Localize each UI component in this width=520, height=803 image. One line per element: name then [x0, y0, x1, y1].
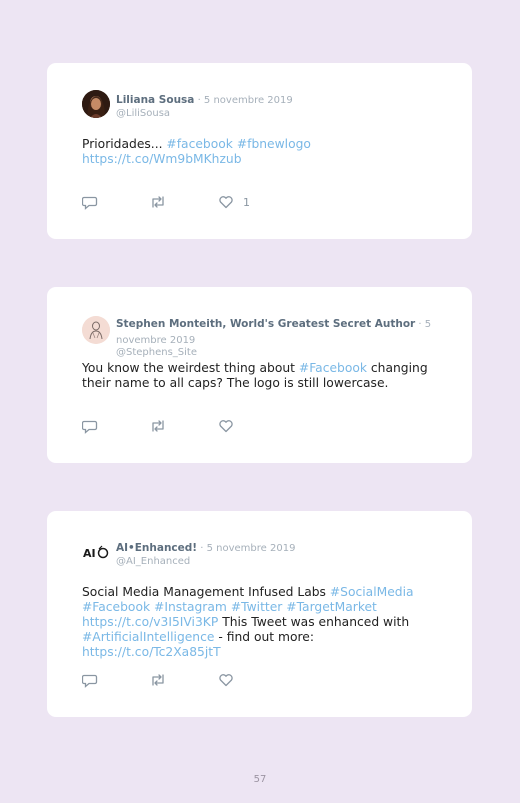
tweet-link[interactable]: #SocialMedia: [330, 585, 414, 599]
page-number: 57: [253, 774, 267, 785]
tweet-date[interactable]: · 5 novembre 2019: [194, 95, 293, 106]
tweet-actions: [82, 418, 282, 434]
tweet-meta: AI•Enhanced! · 5 novembre 2019 @AI_Enhan…: [116, 540, 412, 568]
tweet-link[interactable]: https://t.co/v3I5IVi3KP: [82, 615, 218, 629]
author-name[interactable]: Liliana Sousa: [116, 94, 194, 106]
author-name[interactable]: AI•Enhanced!: [116, 542, 197, 554]
tweet-text: Social Media Management Infused Labs #So…: [82, 585, 442, 660]
tweet-link[interactable]: #fbnewlogo: [237, 137, 311, 151]
tweet-link[interactable]: #facebook: [166, 137, 232, 151]
avatar[interactable]: AI: [82, 538, 110, 566]
tweet-text: Prioridades... #facebook #fbnewlogo http…: [82, 137, 442, 167]
tweet-text-segment: This Tweet was enhanced with: [218, 615, 410, 629]
tweet-link[interactable]: #Instagram: [154, 600, 227, 614]
tweet-date[interactable]: · 5 novembre 2019: [197, 543, 295, 554]
tweet-link[interactable]: #Facebook: [299, 361, 367, 375]
retweet-button[interactable]: [149, 672, 167, 688]
ai-logo-text: AI: [83, 547, 96, 560]
retweet-button[interactable]: [149, 194, 167, 210]
avatar[interactable]: [82, 316, 110, 344]
heart-icon: [219, 674, 233, 687]
heart-icon: [219, 196, 233, 209]
reply-icon: [82, 674, 98, 688]
tweet-actions: 1: [82, 194, 282, 210]
reply-icon: [82, 196, 98, 210]
retweet-icon: [152, 196, 164, 208]
tweet-card: Liliana Sousa · 5 novembre 2019 @LiliSou…: [47, 63, 472, 239]
retweet-icon: [152, 420, 164, 432]
tweet-card: AI AI•Enhanced! · 5 novembre 2019 @AI_En…: [47, 511, 472, 717]
retweet-icon: [152, 674, 164, 686]
tweet-text-segment: You know the weirdest thing about: [82, 361, 299, 375]
tweet-link[interactable]: #Twitter: [231, 600, 283, 614]
reply-button[interactable]: [82, 418, 98, 434]
reply-button[interactable]: [82, 672, 98, 688]
tweet-card: Stephen Monteith, World's Greatest Secre…: [47, 287, 472, 463]
reply-button[interactable]: [82, 194, 98, 210]
author-handle[interactable]: @Stephens_Site: [116, 347, 447, 360]
profile-photo-icon: [82, 90, 110, 118]
tweet-text: You know the weirdest thing about #Faceb…: [82, 361, 442, 391]
tweet-link[interactable]: https://t.co/Tc2Xa85jtT: [82, 645, 221, 659]
sketch-portrait-icon: [82, 316, 110, 344]
tweet-actions: [82, 672, 282, 688]
author-name[interactable]: Stephen Monteith, World's Greatest Secre…: [116, 318, 415, 330]
tweet-meta: Stephen Monteith, World's Greatest Secre…: [116, 316, 447, 360]
like-button[interactable]: [218, 418, 243, 434]
tweet-link[interactable]: #TargetMarket: [286, 600, 377, 614]
tweet-text-segment: Prioridades...: [82, 137, 167, 151]
retweet-button[interactable]: [149, 418, 167, 434]
like-count: 1: [243, 195, 250, 209]
tweet-text-segment: Social Media Management Infused Labs: [82, 585, 330, 599]
heart-icon: [219, 420, 233, 433]
author-handle[interactable]: @AI_Enhanced: [116, 556, 412, 569]
tweet-meta: Liliana Sousa · 5 novembre 2019 @LiliSou…: [116, 92, 412, 120]
ai-logo-icon: AI: [82, 538, 110, 566]
reply-icon: [82, 420, 98, 434]
like-button[interactable]: [218, 672, 243, 688]
tweet-link[interactable]: https://t.co/Wm9bMKhzub: [82, 152, 242, 166]
tweet-link[interactable]: #Facebook: [82, 600, 150, 614]
author-handle[interactable]: @LiliSousa: [116, 108, 412, 121]
tweet-link[interactable]: #ArtificialIntelligence: [82, 630, 214, 644]
like-button[interactable]: 1: [218, 194, 250, 210]
tweet-text-segment: - find out more:: [214, 630, 314, 644]
avatar[interactable]: [82, 90, 110, 118]
